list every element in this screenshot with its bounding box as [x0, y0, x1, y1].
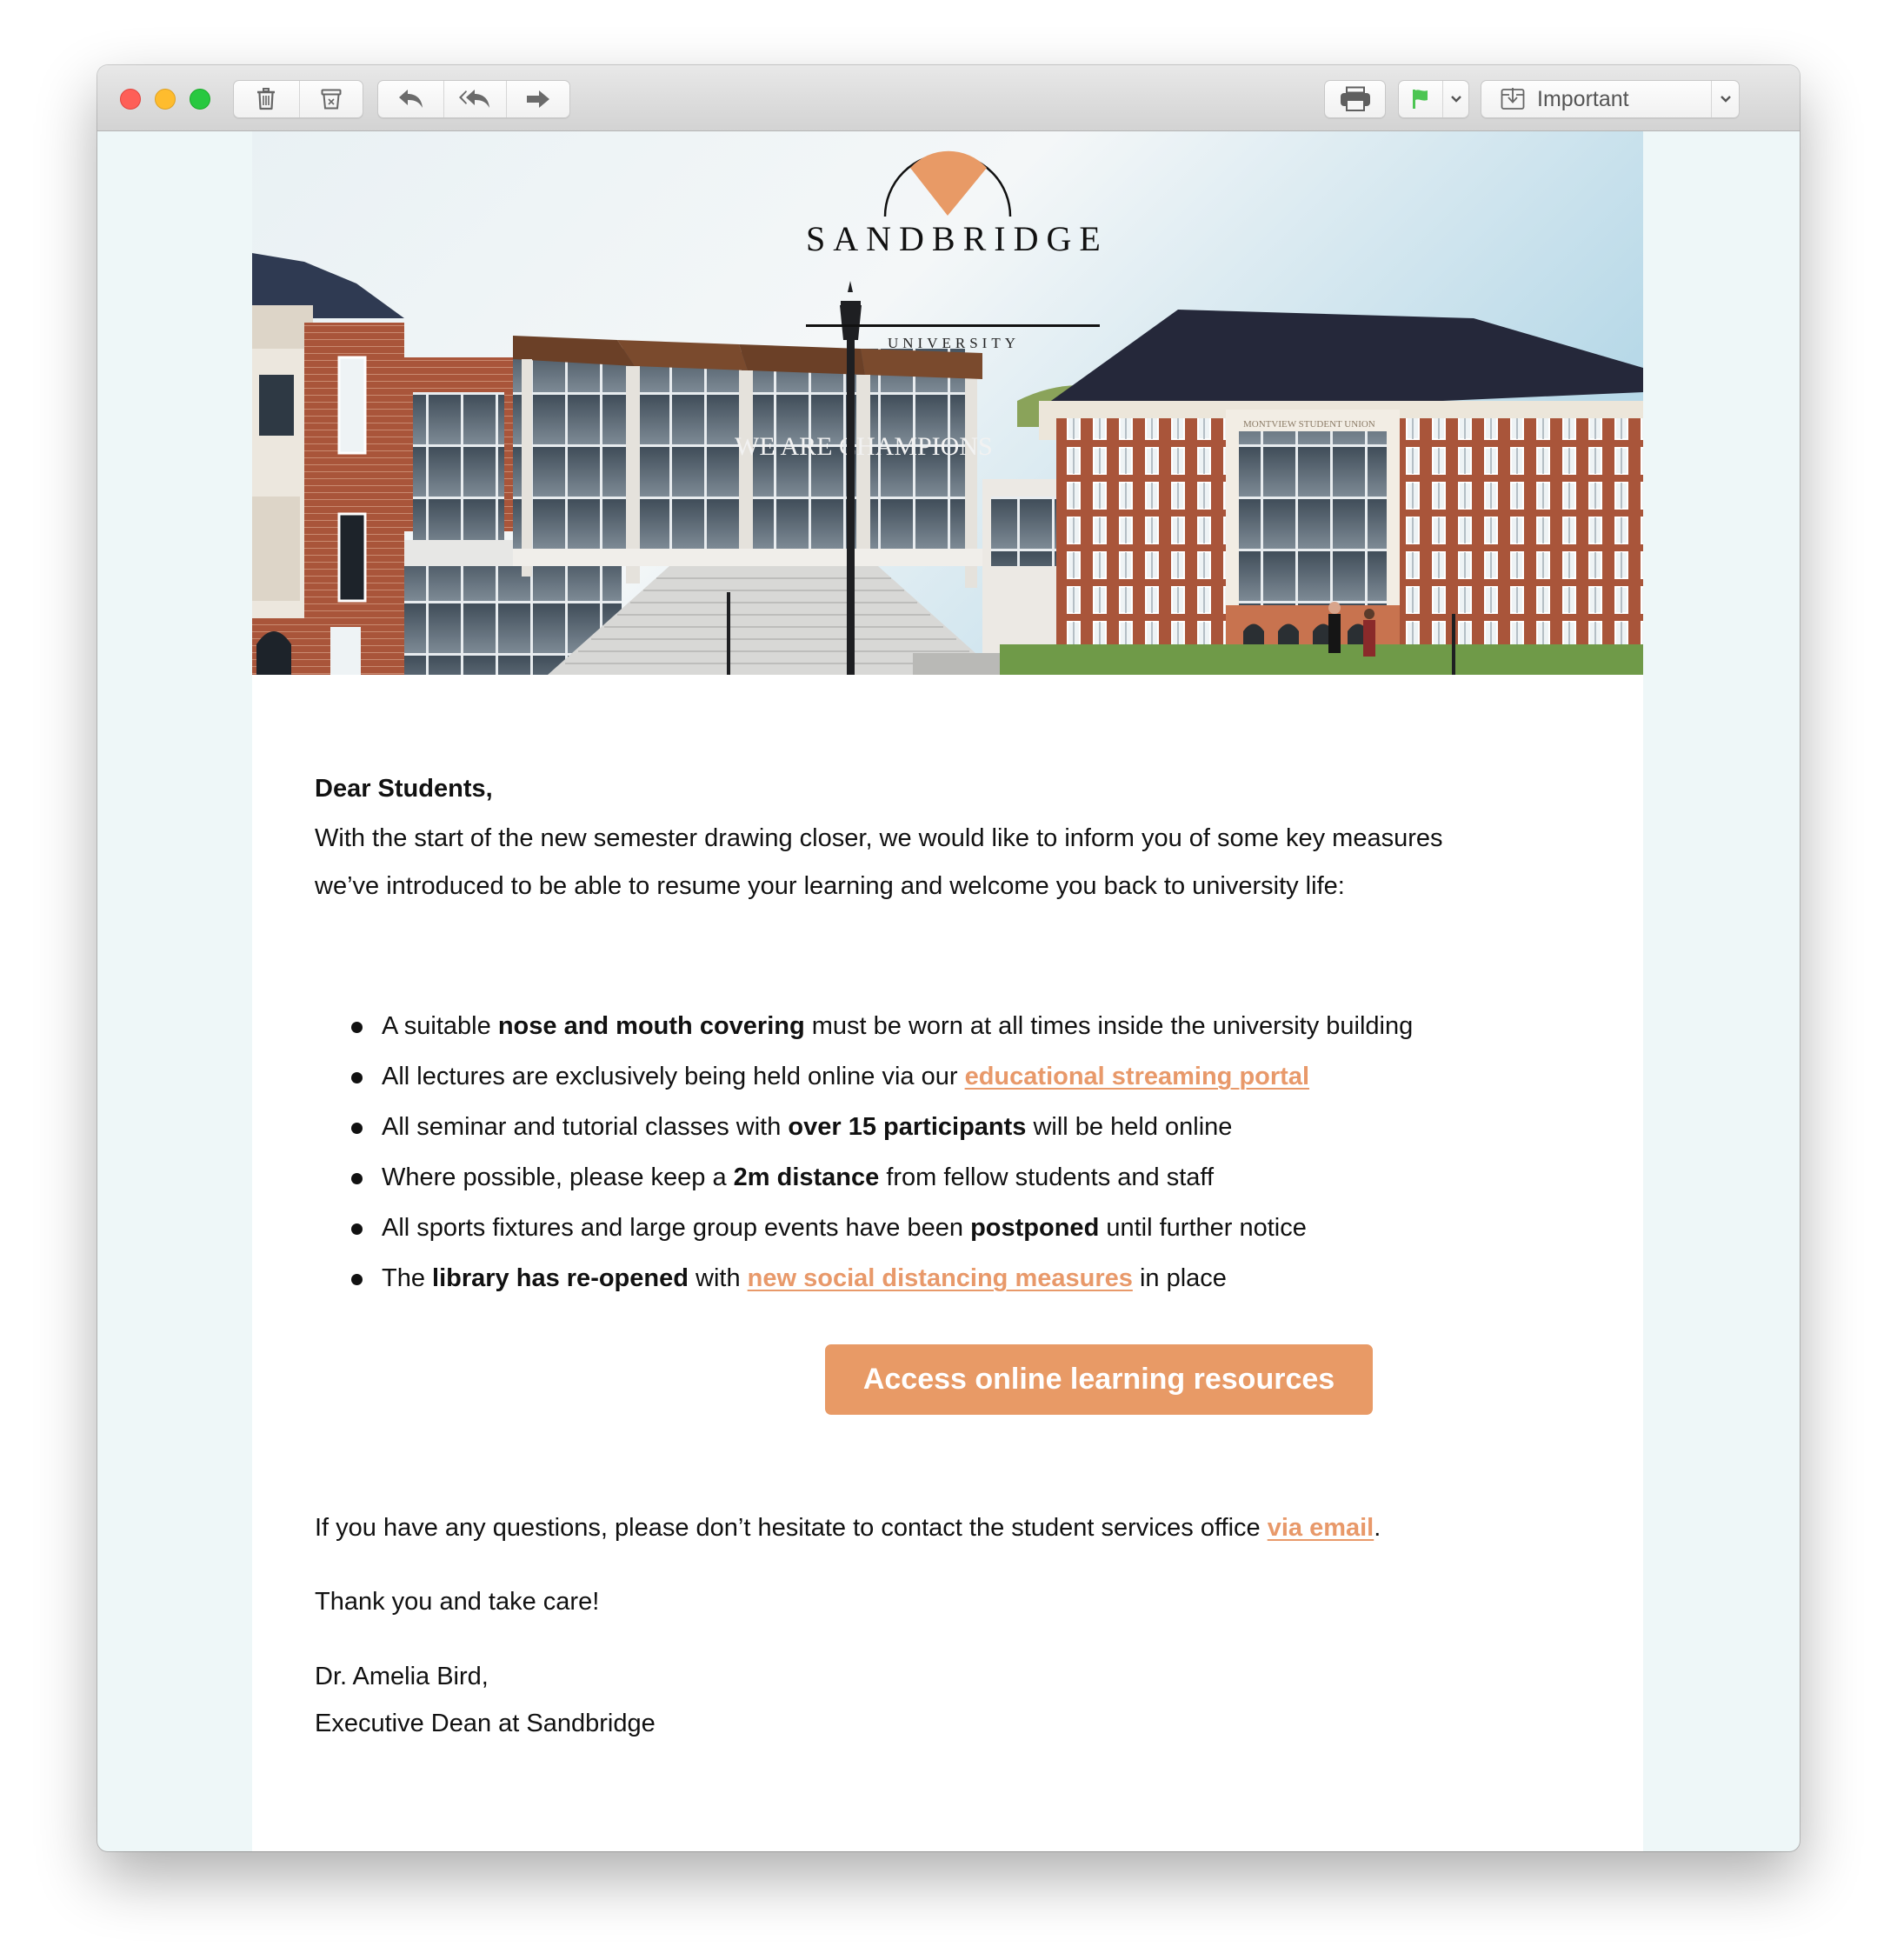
flag-group: [1398, 80, 1469, 118]
closing-text: If you have any questions, please don’t …: [315, 1514, 1268, 1542]
toolbar: Important: [97, 65, 1800, 131]
item-text: must be worn at all times inside the uni…: [804, 1012, 1414, 1040]
hero-sign-text: WE ARE CHAMPIONS: [735, 432, 993, 461]
access-resources-button[interactable]: Access online learning resources: [825, 1344, 1373, 1415]
zoom-window-button[interactable]: [190, 89, 210, 110]
print-group: [1324, 80, 1386, 118]
signature-name: Dr. Amelia Bird,: [315, 1663, 489, 1690]
closing-punctuation: .: [1374, 1514, 1381, 1542]
item-text: A suitable: [382, 1012, 498, 1040]
reply-forward-group: [377, 80, 570, 118]
item-emphasis: over 15 participants: [788, 1113, 1027, 1141]
greeting: Dear Students,: [315, 775, 493, 803]
bullet-icon: [351, 1123, 363, 1134]
item-text: will be held online: [1026, 1113, 1233, 1141]
bullet-icon: [351, 1274, 363, 1285]
closing-paragraph: If you have any questions, please don’t …: [315, 1514, 1381, 1543]
item-text: Where possible, please keep a: [382, 1163, 734, 1191]
item-text: All seminar and tutorial classes with: [382, 1113, 789, 1141]
item-text: from fellow students and staff: [879, 1163, 1214, 1191]
delete-button[interactable]: [234, 81, 299, 117]
flag-button[interactable]: [1399, 81, 1442, 117]
flag-icon: [1412, 89, 1429, 110]
item-emphasis: library has re-opened: [432, 1264, 689, 1292]
mailbox-label: Important: [1537, 86, 1629, 111]
item-text: with: [688, 1264, 748, 1292]
trash-icon: [256, 88, 276, 110]
email-contact-link[interactable]: via email: [1268, 1514, 1374, 1542]
hero-image: WE ARE CHAMPIONS MONTVIEW STUDENT UNION …: [252, 131, 1643, 675]
list-item: All lectures are exclusively being held …: [315, 1051, 1413, 1102]
forward-icon: [526, 90, 550, 109]
social-distancing-link[interactable]: new social distancing measures: [748, 1264, 1133, 1292]
left-building: [252, 253, 404, 675]
student-union-building: MONTVIEW STUDENT UNION: [1039, 310, 1643, 649]
print-button[interactable]: [1325, 81, 1385, 117]
intro-line-1: With the start of the new semester drawi…: [315, 824, 1443, 852]
move-to-mailbox-button[interactable]: Important: [1481, 81, 1711, 117]
item-text: All sports fixtures and large group even…: [382, 1214, 971, 1242]
bullet-icon: [351, 1223, 363, 1235]
thanks-line: Thank you and take care!: [315, 1588, 600, 1616]
close-window-button[interactable]: [120, 89, 141, 110]
move-to-mailbox-group: Important: [1481, 80, 1740, 118]
junk-button[interactable]: [298, 81, 363, 117]
logo-fan: [910, 150, 987, 216]
lawn: [1000, 644, 1643, 675]
move-to-mailbox-icon: [1501, 87, 1525, 111]
measures-list: A suitable nose and mouth covering must …: [315, 1001, 1413, 1303]
mailbox-dropdown-button[interactable]: [1711, 81, 1739, 117]
chevron-down-icon: [1450, 95, 1462, 103]
item-text: All lectures are exclusively being held …: [382, 1063, 965, 1090]
reply-all-icon: [458, 89, 493, 110]
item-text: until further notice: [1099, 1214, 1307, 1242]
item-text: The: [382, 1264, 433, 1292]
forward-button[interactable]: [506, 81, 569, 117]
item-emphasis: 2m distance: [733, 1163, 880, 1191]
building-sign-text: MONTVIEW STUDENT UNION: [1243, 419, 1375, 430]
list-item: The library has re-opened with new socia…: [315, 1253, 1413, 1303]
mail-window: Important WE ARE CHAMPIONS MONTVIEW STUD…: [97, 65, 1800, 1851]
reply-all-button[interactable]: [443, 81, 506, 117]
printer-icon: [1340, 86, 1371, 112]
flag-dropdown-button[interactable]: [1442, 81, 1468, 117]
item-text: in place: [1132, 1264, 1227, 1292]
list-item: All seminar and tutorial classes with ov…: [315, 1102, 1413, 1152]
email-body: WE ARE CHAMPIONS MONTVIEW STUDENT UNION …: [252, 131, 1643, 1851]
intro-line-2: we’ve introduced to be able to resume yo…: [315, 872, 1345, 900]
logo-subtitle: UNIVERSITY: [888, 335, 1020, 351]
bullet-icon: [351, 1072, 363, 1083]
reply-button[interactable]: [378, 81, 443, 117]
streaming-portal-link[interactable]: educational streaming portal: [965, 1063, 1309, 1090]
item-emphasis: nose and mouth covering: [497, 1012, 805, 1040]
logo-sun-icon: [883, 150, 1012, 217]
reply-icon: [398, 89, 424, 110]
list-item: A suitable nose and mouth covering must …: [315, 1001, 1413, 1051]
signature-title: Executive Dean at Sandbridge: [315, 1710, 656, 1737]
logo-wordmark: SANDBRIDGE: [806, 219, 1108, 258]
delete-junk-group: [233, 80, 363, 118]
logo-rule: [806, 324, 1100, 327]
university-logo: SANDBRIDGE UNIVERSITY: [252, 131, 1643, 351]
archive-icon: [321, 89, 342, 110]
bullet-icon: [351, 1022, 363, 1033]
intro-paragraph: With the start of the new semester drawi…: [315, 815, 1443, 910]
item-emphasis: postponed: [970, 1214, 1100, 1242]
chevron-down-icon: [1720, 95, 1732, 103]
list-item: All sports fixtures and large group even…: [315, 1203, 1413, 1253]
bullet-icon: [351, 1173, 363, 1184]
minimize-window-button[interactable]: [155, 89, 176, 110]
list-item: Where possible, please keep a 2m distanc…: [315, 1152, 1413, 1203]
